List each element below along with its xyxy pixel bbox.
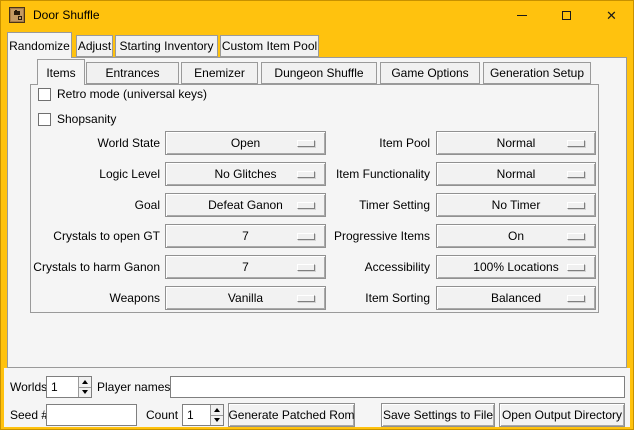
tab-adjust[interactable]: Adjust [76, 35, 113, 57]
item-pool-label: Item Pool [287, 131, 430, 155]
tab-entrances[interactable]: Entrances [86, 62, 179, 84]
seed-label: Seed # [10, 404, 48, 426]
dropdown-indicator-icon [567, 140, 585, 147]
dropdown-indicator-icon [567, 202, 585, 209]
accessibility-value: 100% Locations [473, 260, 558, 274]
items-page: Retro mode (universal keys) Shopsanity W… [30, 84, 599, 313]
retro-mode-label: Retro mode (universal keys) [57, 87, 207, 102]
arrow-down-icon [82, 390, 88, 394]
minimize-icon [517, 15, 527, 16]
world-state-value: Open [231, 136, 260, 150]
tab-game-options[interactable]: Game Options [380, 62, 480, 84]
spin-down-button[interactable] [211, 416, 223, 426]
crystals-ganon-value: 7 [242, 260, 249, 274]
maximize-button[interactable] [544, 0, 589, 30]
item-sorting-dropdown[interactable]: Balanced [436, 286, 596, 310]
item-sorting-value: Balanced [491, 291, 541, 305]
goal-label: Goal [17, 193, 160, 217]
count-value: 1 [187, 405, 194, 425]
logic-level-label: Logic Level [17, 162, 160, 186]
window-controls: ✕ [499, 0, 634, 30]
count-spin-buttons [210, 405, 223, 425]
arrow-up-icon [82, 380, 88, 384]
seed-input[interactable] [46, 404, 137, 426]
retro-mode-checkbox[interactable] [38, 88, 51, 101]
count-label: Count [146, 404, 178, 426]
dropdown-indicator-icon [567, 295, 585, 302]
titlebar: Door Shuffle ✕ [0, 0, 634, 30]
crystals-gt-label: Crystals to open GT [17, 224, 160, 248]
crystals-gt-value: 7 [242, 229, 249, 243]
count-spinner[interactable]: 1 [182, 404, 224, 426]
player-names-label: Player names [97, 376, 170, 398]
generate-patched-rom-button[interactable]: Generate Patched Rom [228, 403, 355, 427]
worlds-spin-buttons [78, 377, 91, 397]
tab-custom-item-pool[interactable]: Custom Item Pool [220, 35, 319, 57]
tab-generation-setup[interactable]: Generation Setup [483, 62, 591, 84]
crystals-ganon-label: Crystals to harm Ganon [17, 255, 160, 279]
open-output-directory-button[interactable]: Open Output Directory [499, 403, 625, 427]
arrow-up-icon [214, 408, 220, 412]
worlds-label: Worlds [10, 376, 47, 398]
spin-down-button[interactable] [79, 388, 91, 398]
accessibility-label: Accessibility [287, 255, 430, 279]
progressive-items-dropdown[interactable]: On [436, 224, 596, 248]
door-shuffle-window: Door Shuffle ✕ Randomize Adjust Starting… [0, 0, 634, 430]
item-pool-dropdown[interactable]: Normal [436, 131, 596, 155]
progressive-items-value: On [508, 229, 524, 243]
bottom-bar: Worlds 1 Player names Seed # Count 1 Gen… [4, 368, 630, 427]
item-sorting-label: Item Sorting [287, 286, 430, 310]
timer-setting-label: Timer Setting [287, 193, 430, 217]
item-functionality-value: Normal [497, 167, 536, 181]
goal-value: Defeat Ganon [208, 198, 283, 212]
worlds-spinner[interactable]: 1 [46, 376, 92, 398]
spin-up-button[interactable] [79, 377, 91, 388]
timer-setting-value: No Timer [492, 198, 541, 212]
spin-up-button[interactable] [211, 405, 223, 416]
maximize-icon [562, 11, 571, 20]
item-pool-value: Normal [497, 136, 536, 150]
dropdown-indicator-icon [567, 264, 585, 271]
tab-randomize[interactable]: Randomize [7, 32, 72, 58]
item-functionality-dropdown[interactable]: Normal [436, 162, 596, 186]
window-title: Door Shuffle [33, 0, 100, 30]
shopsanity-label: Shopsanity [57, 112, 116, 127]
save-settings-button[interactable]: Save Settings to File [381, 403, 495, 427]
accessibility-dropdown[interactable]: 100% Locations [436, 255, 596, 279]
dropdown-indicator-icon [567, 233, 585, 240]
item-functionality-label: Item Functionality [287, 162, 430, 186]
progressive-items-label: Progressive Items [287, 224, 430, 248]
weapons-value: Vanilla [228, 291, 263, 305]
player-names-input[interactable] [170, 376, 625, 398]
dropdown-indicator-icon [567, 171, 585, 178]
close-icon: ✕ [606, 9, 617, 22]
tab-items[interactable]: Items [37, 59, 85, 85]
timer-setting-dropdown[interactable]: No Timer [436, 193, 596, 217]
tab-enemizer[interactable]: Enemizer [181, 62, 258, 84]
weapons-label: Weapons [17, 286, 160, 310]
worlds-value: 1 [51, 377, 58, 397]
logic-level-value: No Glitches [214, 167, 276, 181]
world-state-label: World State [17, 131, 160, 155]
tab-dungeon-shuffle[interactable]: Dungeon Shuffle [261, 62, 377, 84]
close-button[interactable]: ✕ [589, 0, 634, 30]
shopsanity-checkbox[interactable] [38, 113, 51, 126]
arrow-down-icon [214, 418, 220, 422]
door-icon [9, 7, 25, 23]
minimize-button[interactable] [499, 0, 544, 30]
tab-starting-inventory[interactable]: Starting Inventory [115, 35, 218, 57]
